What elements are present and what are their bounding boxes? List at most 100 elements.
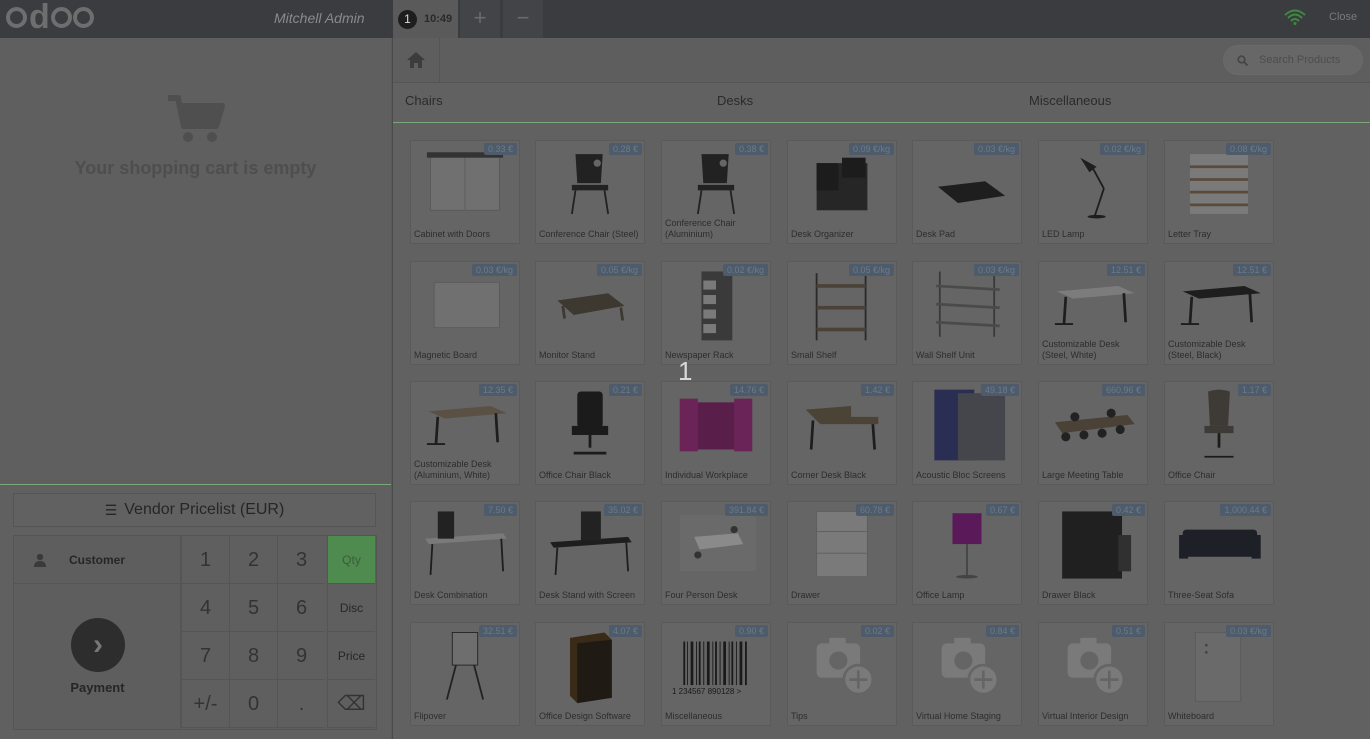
product-price: 0.33 € (483, 143, 517, 155)
product-image (816, 510, 868, 578)
product-card[interactable]: 391.84 € Four Person Desk (661, 501, 771, 605)
product-card[interactable]: 0.02 €/kg LED Lamp (1038, 140, 1148, 244)
product-image (941, 637, 1000, 696)
numpad-key-7[interactable]: 7 (181, 632, 229, 680)
product-price: 7.50 € (483, 504, 517, 516)
product-name: Small Shelf (791, 350, 837, 360)
product-card[interactable]: 1.17 € Office Chair (1164, 381, 1274, 485)
product-price: 12.51 € (1106, 264, 1145, 276)
product-image (815, 273, 867, 341)
home-button[interactable] (393, 38, 440, 82)
product-card[interactable]: 0.08 €/kg Letter Tray (1164, 140, 1274, 244)
product-card[interactable]: 1.42 € Corner Desk Black (787, 381, 897, 485)
product-card[interactable]: 0.03 €/kg Desk Pad (912, 140, 1022, 244)
search-input[interactable] (1257, 53, 1361, 67)
product-card[interactable]: 0.67 € Office Lamp (912, 501, 1022, 605)
close-button[interactable]: Close (1329, 11, 1357, 23)
numpad-key-3[interactable]: 3 (277, 536, 325, 584)
product-name: Desk Organizer (791, 229, 854, 239)
product-image (701, 271, 733, 341)
product-name: Customizable Desk (Aluminium, White) (414, 459, 492, 480)
product-card[interactable]: 0.28 € Conference Chair (Steel) (535, 140, 645, 244)
product-card[interactable]: 35.02 € Desk Stand with Screen (535, 501, 645, 605)
product-price: 0.90 € (734, 625, 768, 637)
product-card[interactable]: 0.90 € Miscellaneous 1 234567 890128 > (661, 622, 771, 726)
numpad-key-9[interactable]: 9 (277, 632, 325, 680)
new-order-button[interactable]: + (460, 0, 500, 38)
product-card[interactable]: 32.51 € Flipover (410, 622, 520, 726)
numpad-key-1[interactable]: 1 (181, 536, 229, 584)
price-mode-button[interactable]: Price (327, 632, 375, 680)
delete-order-button[interactable]: − (503, 0, 543, 38)
product-card[interactable]: 0.38 € Conference Chair (Aluminium) (661, 140, 771, 244)
product-card[interactable]: 7.50 € Desk Combination (410, 501, 520, 605)
category-chairs[interactable]: Chairs (393, 83, 705, 122)
order-tab[interactable]: 1 10:49 (393, 0, 458, 38)
product-image (1179, 529, 1261, 559)
product-image (936, 271, 1000, 337)
numpad-key-plus-minus[interactable]: +/- (181, 680, 229, 728)
category-bar: Chairs Desks Miscellaneous (393, 83, 1370, 123)
pricelist-button[interactable]: ☰ Vendor Pricelist (EUR) (13, 493, 376, 527)
product-price: 1,000.44 € (1220, 504, 1271, 516)
product-card[interactable]: 12.35 € Customizable Desk (Aluminium, Whi… (410, 381, 520, 485)
product-price: 0.08 €/kg (1225, 143, 1271, 155)
product-card[interactable]: 14.76 € Individual Workplace (661, 381, 771, 485)
numpad-key-0[interactable]: 0 (229, 680, 277, 728)
topbar: d Mitchell Admin 1 10:49 + − Close (0, 0, 1370, 38)
product-card[interactable]: 0.33 € Cabinet with Doors (410, 140, 520, 244)
product-card[interactable]: 49.18 € Acoustic Bloc Screens (912, 381, 1022, 485)
numpad-key-4[interactable]: 4 (181, 584, 229, 632)
product-price: 391.84 € (724, 504, 768, 516)
payment-button[interactable]: › Payment (14, 584, 181, 729)
product-card[interactable]: 0.84 € Virtual Home Staging (912, 622, 1022, 726)
product-card[interactable]: 0.02 €/kg Newspaper Rack (661, 261, 771, 365)
numpad-key-8[interactable]: 8 (229, 632, 277, 680)
product-image (816, 637, 875, 696)
product-price: 0.03 €/kg (471, 264, 517, 276)
product-card[interactable]: 0.03 €/kg Whiteboard (1164, 622, 1274, 726)
product-card[interactable]: 0.05 €/kg Small Shelf (787, 261, 897, 365)
product-card[interactable]: 0.09 €/kg Desk Organizer (787, 140, 897, 244)
product-card[interactable]: 0.21 € Office Chair Black (535, 381, 645, 485)
product-price: 14.76 € (729, 384, 768, 396)
product-name: Desk Stand with Screen (539, 590, 636, 600)
cashier-name[interactable]: Mitchell Admin (274, 10, 365, 26)
numpad-key-5[interactable]: 5 (229, 584, 277, 632)
product-card[interactable]: 4.07 € Office Design Software (535, 622, 645, 726)
breadcrumb (393, 38, 1370, 83)
product-card[interactable]: 660.96 € Large Meeting Table (1038, 381, 1148, 485)
product-price: 0.02 €/kg (1099, 143, 1145, 155)
product-name: Magnetic Board (414, 350, 478, 360)
numpad-key-2[interactable]: 2 (229, 536, 277, 584)
product-card[interactable]: 0.02 € Tips (787, 622, 897, 726)
backspace-button[interactable]: ⌫ (327, 680, 375, 728)
product-card[interactable]: 0.51 € Virtual Interior Design (1038, 622, 1148, 726)
product-price: 32.51 € (478, 625, 517, 637)
product-card[interactable]: 12.51 € Customizable Desk (Steel, White) (1038, 261, 1148, 365)
product-card[interactable]: 0.05 €/kg Monitor Stand (535, 261, 645, 365)
product-card[interactable]: 0.42 € Drawer Black (1038, 501, 1148, 605)
numpad-key-6[interactable]: 6 (277, 584, 325, 632)
product-name: Desk Pad (916, 229, 956, 239)
product-image (937, 181, 1006, 204)
product-name: Wall Shelf Unit (916, 350, 975, 360)
customer-button[interactable]: Customer (14, 536, 181, 584)
product-price: 0.21 € (608, 384, 642, 396)
product-card[interactable]: 0.03 €/kg Wall Shelf Unit (912, 261, 1022, 365)
product-card[interactable]: 1,000.44 € Three-Seat Sofa (1164, 501, 1274, 605)
category-miscellaneous[interactable]: Miscellaneous (1017, 83, 1329, 122)
product-price: 0.03 €/kg (1225, 625, 1271, 637)
product-image (1080, 157, 1106, 219)
quantity-mode-button[interactable]: Qty (327, 536, 375, 584)
order-cart: Your shopping cart is empty (0, 38, 391, 485)
product-image (1054, 408, 1135, 442)
category-desks[interactable]: Desks (705, 83, 1017, 122)
product-name: Customizable Desk (Steel, White) (1042, 339, 1120, 360)
discount-mode-button[interactable]: Disc (327, 584, 375, 632)
product-card[interactable]: 0.03 €/kg Magnetic Board (410, 261, 520, 365)
product-image (425, 511, 507, 575)
product-card[interactable]: 12.51 € Customizable Desk (Steel, Black) (1164, 261, 1274, 365)
product-card[interactable]: 60.78 € Drawer (787, 501, 897, 605)
numpad-key-dot[interactable]: . (277, 680, 325, 728)
